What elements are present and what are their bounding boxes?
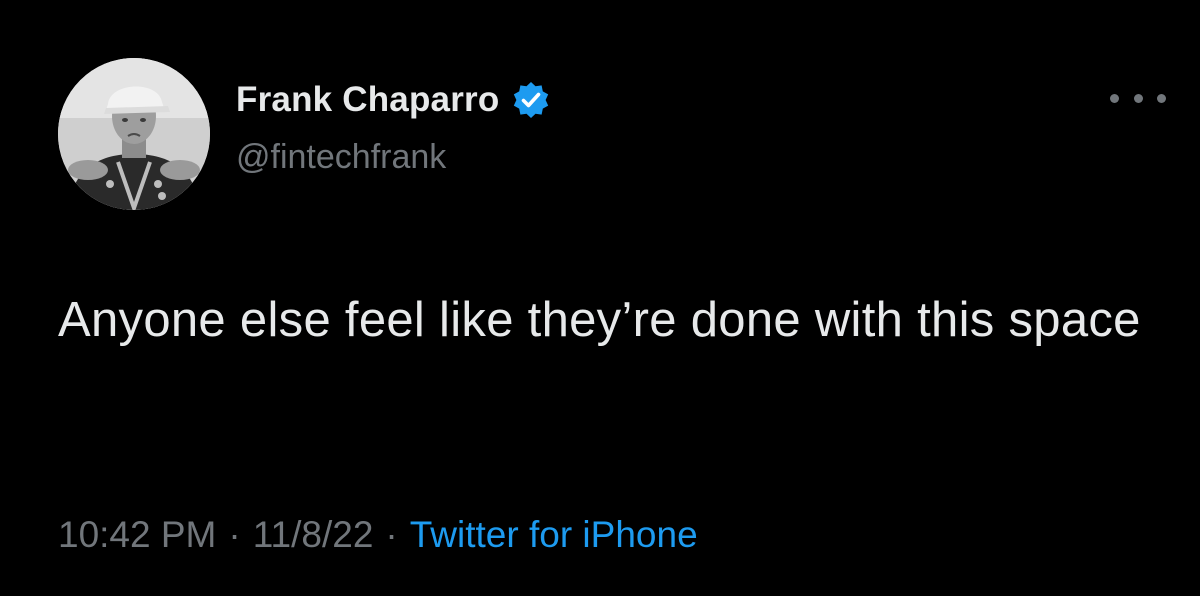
tweet-time[interactable]: 10:42 PM <box>58 514 216 555</box>
more-dot <box>1133 93 1143 103</box>
author-name-row[interactable]: Frank Chaparro <box>236 78 551 122</box>
profile-photo-icon <box>58 58 210 210</box>
tweet-date[interactable]: 11/8/22 <box>253 514 374 555</box>
verified-badge-icon <box>511 80 551 120</box>
tweet-card: Frank Chaparro @fintechfrank Anyone else… <box>0 0 1200 596</box>
author-display-name[interactable]: Frank Chaparro <box>236 80 499 120</box>
tweet-metadata: 10:42 PM · 11/8/22 · Twitter for iPhone <box>58 514 698 556</box>
tweet-text: Anyone else feel like they’re done with … <box>58 293 1141 347</box>
more-options-icon[interactable] <box>1110 84 1166 112</box>
author-handle[interactable]: @fintechfrank <box>236 138 446 177</box>
author-avatar[interactable] <box>58 58 210 210</box>
more-dot <box>1157 93 1166 103</box>
more-dot <box>1110 93 1119 103</box>
tweet-source-link[interactable]: Twitter for iPhone <box>410 514 698 555</box>
meta-separator: · <box>385 514 398 555</box>
meta-separator: · <box>228 514 241 555</box>
